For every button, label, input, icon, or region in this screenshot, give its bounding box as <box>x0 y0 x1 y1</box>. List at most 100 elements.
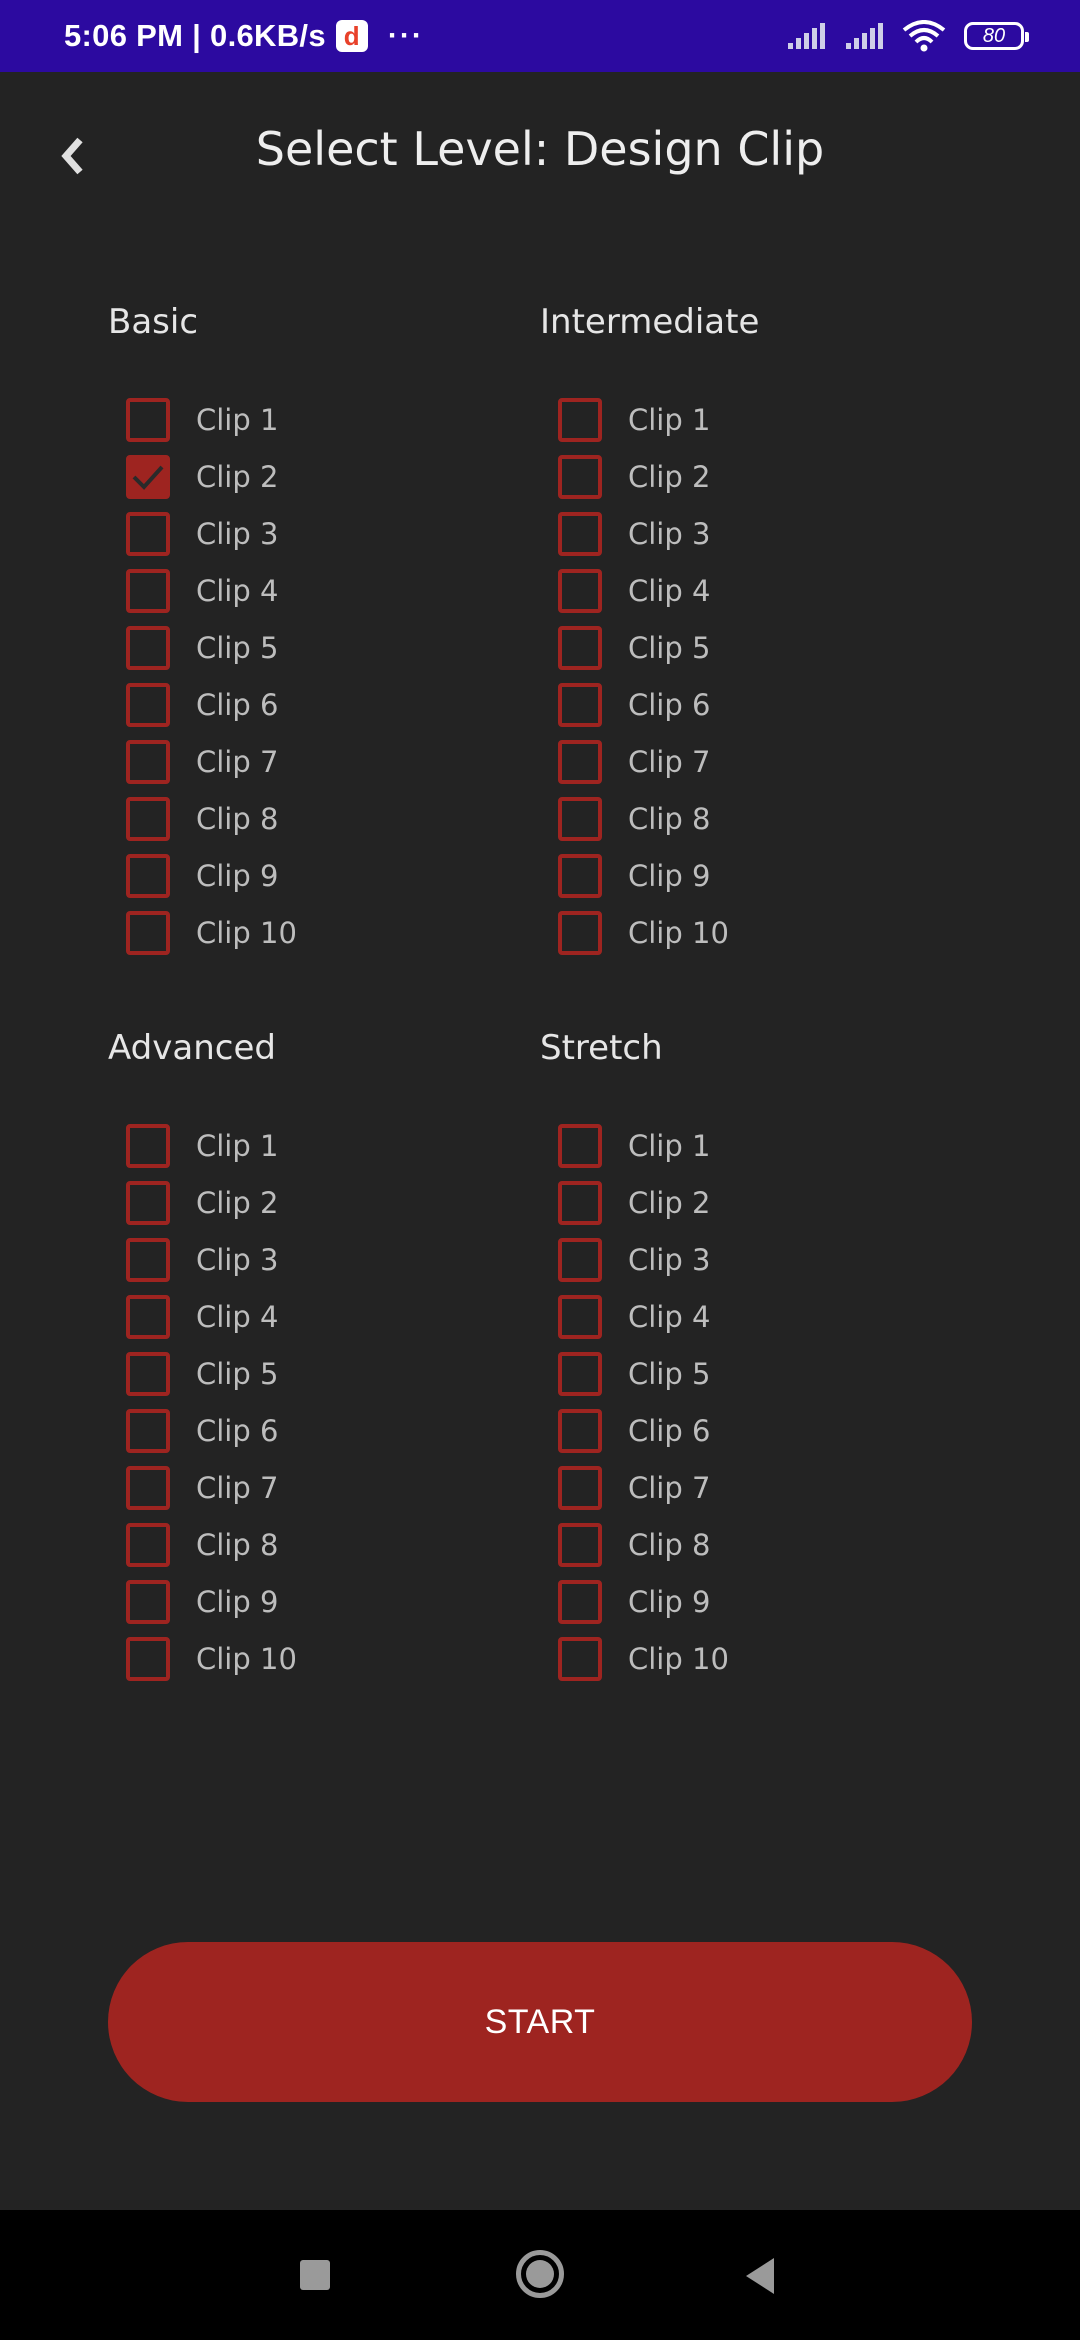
clip-checkbox[interactable] <box>126 1409 170 1453</box>
clip-checkbox[interactable] <box>126 854 170 898</box>
clip-checkbox[interactable] <box>558 797 602 841</box>
clip-checkbox-row[interactable]: Clip 8 <box>108 791 508 848</box>
clip-checkbox[interactable] <box>126 512 170 556</box>
clip-checkbox-row[interactable]: Clip 3 <box>540 506 940 563</box>
clip-checkbox[interactable] <box>126 1637 170 1681</box>
clip-checkbox-row[interactable]: Clip 6 <box>540 677 940 734</box>
clip-label: Clip 9 <box>628 1585 711 1619</box>
clip-checkbox-row[interactable]: Clip 5 <box>108 620 508 677</box>
clip-checkbox-row[interactable]: Clip 10 <box>540 1631 940 1688</box>
clip-checkbox[interactable] <box>126 740 170 784</box>
clip-checkbox[interactable] <box>126 797 170 841</box>
clip-checkbox-row[interactable]: Clip 5 <box>540 1346 940 1403</box>
clip-checkbox-row[interactable]: Clip 7 <box>540 1460 940 1517</box>
clip-checkbox-row[interactable]: Clip 6 <box>108 677 508 734</box>
header: Select Level: Design Clip <box>0 72 1080 227</box>
clip-checkbox-row[interactable]: Clip 4 <box>540 563 940 620</box>
clip-checkbox[interactable] <box>126 911 170 955</box>
clip-checkbox-row[interactable]: Clip 9 <box>540 1574 940 1631</box>
clip-label: Clip 6 <box>628 688 711 722</box>
clip-checkbox[interactable] <box>558 512 602 556</box>
clip-checkbox-row[interactable]: Clip 9 <box>540 848 940 905</box>
start-button[interactable]: START <box>108 1942 972 2102</box>
clip-checkbox[interactable] <box>126 1295 170 1339</box>
clip-checkbox-row[interactable]: Clip 8 <box>540 1517 940 1574</box>
home-icon <box>526 2260 554 2288</box>
clip-checkbox[interactable] <box>558 911 602 955</box>
back-nav-button[interactable] <box>742 2256 778 2296</box>
clip-checkbox-row[interactable]: Clip 6 <box>540 1403 940 1460</box>
clip-checkbox[interactable] <box>126 1580 170 1624</box>
clip-checkbox-row[interactable]: Clip 9 <box>108 848 508 905</box>
clip-checkbox-row[interactable]: Clip 2 <box>108 1175 508 1232</box>
clip-checkbox[interactable] <box>126 569 170 613</box>
clip-label: Clip 10 <box>196 1642 297 1676</box>
clip-checkbox-row[interactable]: Clip 4 <box>540 1289 940 1346</box>
home-button[interactable] <box>516 2250 564 2298</box>
clip-checkbox[interactable] <box>558 398 602 442</box>
clip-checkbox-row[interactable]: Clip 7 <box>108 1460 508 1517</box>
clip-checkbox-row[interactable]: Clip 8 <box>108 1517 508 1574</box>
clip-checkbox-row[interactable]: Clip 3 <box>108 1232 508 1289</box>
clip-checkbox[interactable] <box>126 1352 170 1396</box>
clip-checkbox-row[interactable]: Clip 9 <box>108 1574 508 1631</box>
clip-checkbox[interactable] <box>126 1238 170 1282</box>
clip-checkbox[interactable] <box>558 1238 602 1282</box>
clip-checkbox-row[interactable]: Clip 7 <box>108 734 508 791</box>
clip-checkbox-row[interactable]: Clip 1 <box>540 392 940 449</box>
clip-checkbox[interactable] <box>558 1580 602 1624</box>
clip-checkbox[interactable] <box>126 398 170 442</box>
app-notification-icon: d <box>335 20 368 52</box>
clip-checkbox[interactable] <box>126 1523 170 1567</box>
clip-checkbox[interactable] <box>126 1466 170 1510</box>
clip-checkbox-row[interactable]: Clip 4 <box>108 563 508 620</box>
clip-checkbox[interactable] <box>558 1637 602 1681</box>
clip-checkbox-row[interactable]: Clip 4 <box>108 1289 508 1346</box>
clip-checkbox[interactable] <box>558 455 602 499</box>
clip-checkbox[interactable] <box>558 854 602 898</box>
level-title: Stretch <box>540 1028 663 1068</box>
clip-checkbox-row[interactable]: Clip 7 <box>540 734 940 791</box>
clip-checkbox[interactable] <box>558 1124 602 1168</box>
clip-checkbox[interactable] <box>558 1409 602 1453</box>
clip-checkbox[interactable] <box>558 683 602 727</box>
clip-checkbox-row[interactable]: Clip 10 <box>108 1631 508 1688</box>
clip-checkbox[interactable] <box>126 1124 170 1168</box>
clip-checkbox[interactable] <box>558 1295 602 1339</box>
clip-checkbox-row[interactable]: Clip 5 <box>540 620 940 677</box>
clip-checkbox[interactable] <box>558 1352 602 1396</box>
clip-checkbox-row[interactable]: Clip 10 <box>108 905 508 962</box>
clip-label: Clip 10 <box>196 916 297 950</box>
clip-checkbox-row[interactable]: Clip 2 <box>540 449 940 506</box>
clip-label: Clip 7 <box>196 1471 279 1505</box>
clip-checkbox[interactable] <box>126 683 170 727</box>
clip-checkbox[interactable] <box>558 1523 602 1567</box>
clip-label: Clip 1 <box>628 1129 711 1163</box>
clip-label: Clip 7 <box>628 1471 711 1505</box>
recents-button[interactable] <box>300 2260 330 2290</box>
clip-checkbox[interactable] <box>126 455 170 499</box>
clip-checkbox-row[interactable]: Clip 3 <box>108 506 508 563</box>
clip-checkbox[interactable] <box>126 626 170 670</box>
clip-checkbox-row[interactable]: Clip 10 <box>540 905 940 962</box>
clip-checkbox-row[interactable]: Clip 1 <box>108 1118 508 1175</box>
clip-checkbox[interactable] <box>558 1181 602 1225</box>
clip-label: Clip 4 <box>196 574 279 608</box>
clip-checkbox[interactable] <box>558 740 602 784</box>
clip-checkbox[interactable] <box>126 1181 170 1225</box>
clip-checkbox[interactable] <box>558 569 602 613</box>
clip-checkbox[interactable] <box>558 626 602 670</box>
clip-label: Clip 2 <box>628 460 711 494</box>
clip-checkbox-row[interactable]: Clip 3 <box>540 1232 940 1289</box>
clip-checkbox-row[interactable]: Clip 8 <box>540 791 940 848</box>
clip-checkbox-row[interactable]: Clip 1 <box>540 1118 940 1175</box>
clip-checkbox[interactable] <box>558 1466 602 1510</box>
clip-label: Clip 5 <box>628 1357 711 1391</box>
clip-checkbox-row[interactable]: Clip 6 <box>108 1403 508 1460</box>
clip-checkbox-row[interactable]: Clip 2 <box>540 1175 940 1232</box>
clip-checkbox-row[interactable]: Clip 2 <box>108 449 508 506</box>
clip-label: Clip 8 <box>196 1528 279 1562</box>
clip-label: Clip 1 <box>196 403 279 437</box>
clip-checkbox-row[interactable]: Clip 1 <box>108 392 508 449</box>
clip-checkbox-row[interactable]: Clip 5 <box>108 1346 508 1403</box>
